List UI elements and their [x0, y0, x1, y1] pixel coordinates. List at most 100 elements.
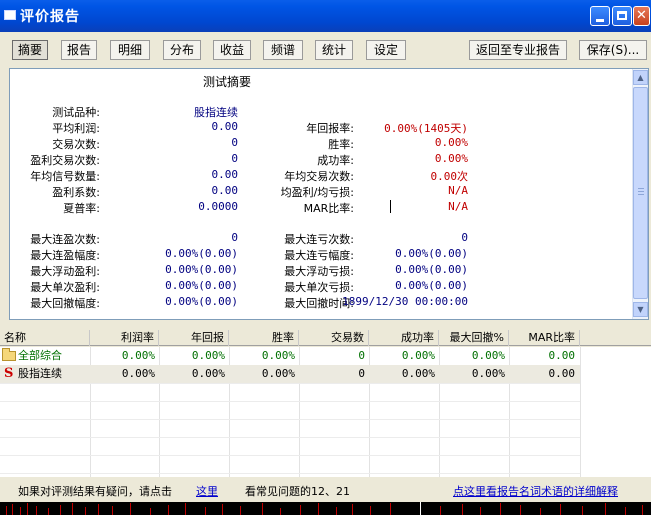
tab-returns[interactable]: 收益 [213, 40, 251, 60]
glossary-link[interactable]: 点这里看报告名词术语的详细解释 [453, 483, 618, 499]
metric-label: 成功率: [317, 154, 354, 167]
metric-label: MAR比率: [303, 202, 354, 215]
metric-value: 0.00% [434, 136, 468, 149]
table-header: 名称 利润率 年回报 胜率 交易数 成功率 最大回撤% MAR比率 [0, 330, 651, 346]
scroll-thumb[interactable] [633, 87, 648, 299]
table-cell: 0.00 [548, 367, 576, 380]
vertical-scrollbar[interactable]: ▲ ▼ [632, 69, 648, 319]
table-cell: 0.00% [261, 349, 295, 362]
tab-distribution[interactable]: 分布 [163, 40, 201, 60]
metric-label: 最大回撤幅度: [30, 297, 100, 310]
ticker-strip [0, 502, 651, 515]
text-caret [390, 200, 391, 213]
column-header-trades[interactable]: 交易数 [299, 330, 369, 346]
metric-label: 均盈利/均亏损: [280, 186, 354, 199]
metric-value: 0 [231, 231, 238, 244]
metric-value: 0.00%(0.00) [395, 263, 468, 276]
footer-bar: 如果对评测结果有疑问，请点击 这里 看常见问题的12、21 点这里看报告名词术语… [0, 478, 651, 502]
column-header-max-drawdown[interactable]: 最大回撤% [439, 330, 509, 346]
metric-value: 0.00%(0.00) [395, 279, 468, 292]
close-icon: ✕ [636, 8, 647, 23]
metric-value: 0.00%(0.00) [165, 295, 238, 308]
metric-value: 0.00%(0.00) [165, 279, 238, 292]
metric-label: 最大浮动盈利: [30, 265, 100, 278]
column-header-win-rate[interactable]: 胜率 [229, 330, 299, 346]
table-cell: 0.00% [471, 367, 505, 380]
footer-here-link[interactable]: 这里 [196, 483, 218, 499]
metric-value: 0.00 [211, 120, 239, 133]
metric-label: 最大单次盈利: [30, 281, 100, 294]
summary-panel: 测试摘要 测试品种: 股指连续 平均利润: 0.00 交易次数: 0 盈利交易次… [9, 68, 649, 320]
tab-detail[interactable]: 明细 [110, 40, 150, 60]
table-cell: 0.00% [191, 349, 225, 362]
scroll-down-icon[interactable]: ▼ [633, 302, 648, 317]
window-title: 评价报告 [20, 9, 80, 25]
close-button[interactable]: ✕ [633, 6, 650, 26]
product-value: 股指连续 [194, 106, 238, 119]
table-row[interactable]: S 股指连续 0.00% 0.00% 0.00% 0 0.00% 0.00% 0… [0, 365, 580, 383]
product-label: 测试品种: [52, 106, 100, 119]
summary-title: 测试摘要 [203, 75, 252, 89]
metric-value: 0.00%(1405天) [384, 122, 468, 135]
tab-settings[interactable]: 设定 [366, 40, 406, 60]
metric-value: 0.00% [434, 152, 468, 165]
scroll-up-icon[interactable]: ▲ [633, 70, 648, 85]
column-header-annual-return[interactable]: 年回报 [159, 330, 229, 346]
table-cell: 0 [358, 349, 365, 362]
metric-value: N/A [448, 200, 468, 213]
metric-value: 0.00 [211, 168, 239, 181]
return-to-report-button[interactable]: 返回至专业报告 [469, 40, 567, 60]
maximize-button[interactable] [612, 6, 632, 26]
maximize-icon [617, 11, 627, 20]
metric-label: 盈利交易次数: [30, 154, 100, 167]
table-cell: 0.00% [261, 367, 295, 380]
metric-value: 1899/12/30 00:00:00 [342, 295, 468, 308]
minimize-button[interactable] [590, 6, 610, 26]
save-button[interactable]: 保存(S)... [579, 40, 647, 60]
metric-value: 0 [231, 136, 238, 149]
metric-label: 盈利系数: [52, 186, 100, 199]
column-header-profit-rate[interactable]: 利润率 [90, 330, 159, 346]
folder-icon [2, 348, 16, 361]
table-cell: 股指连续 [18, 367, 62, 380]
tab-report[interactable]: 报告 [61, 40, 97, 60]
metric-value: 0.00%(0.00) [165, 247, 238, 260]
metric-value: 0.00%(0.00) [165, 263, 238, 276]
s-icon: S [4, 366, 14, 381]
table-cell: 0.00% [401, 367, 435, 380]
title-bar: 评价报告 ✕ [0, 0, 651, 32]
table-cell: 0.00% [191, 367, 225, 380]
table-cell: 0.00 [548, 349, 576, 362]
metric-label: 最大连盈次数: [30, 233, 100, 246]
column-header-mar[interactable]: MAR比率 [509, 330, 580, 346]
metric-value: N/A [448, 184, 468, 197]
column-header-name[interactable]: 名称 [0, 330, 90, 346]
metric-label: 胜率: [328, 138, 354, 151]
metric-label: 平均利润: [52, 122, 100, 135]
metric-value: 0 [461, 231, 468, 244]
footer-help-text: 如果对评测结果有疑问，请点击 [18, 485, 172, 498]
table-cell: 0.00% [121, 367, 155, 380]
metric-value: 0.00次 [430, 170, 469, 183]
metric-label: 年均信号数量: [30, 170, 100, 183]
table-row[interactable]: 全部综合 0.00% 0.00% 0.00% 0 0.00% 0.00% 0.0… [0, 347, 580, 365]
metric-label: 年回报率: [306, 122, 354, 135]
metric-label: 夏普率: [63, 202, 100, 215]
table-cell: 0 [358, 367, 365, 380]
footer-faq-text: 看常见问题的12、21 [245, 485, 350, 498]
table-cell: 0.00% [401, 349, 435, 362]
metric-label: 最大连盈幅度: [30, 249, 100, 262]
tab-summary[interactable]: 摘要 [12, 40, 48, 60]
metric-label: 交易次数: [52, 138, 100, 151]
metric-value: 0.00 [211, 184, 239, 197]
tab-spectrum[interactable]: 频谱 [263, 40, 303, 60]
table-cell: 全部综合 [18, 349, 62, 362]
column-header-success-rate[interactable]: 成功率 [369, 330, 439, 346]
metric-value: 0.00%(0.00) [395, 247, 468, 260]
tab-statistics[interactable]: 统计 [315, 40, 353, 60]
table-cell: 0.00% [121, 349, 155, 362]
metric-value: 0 [231, 152, 238, 165]
metric-label: 年均交易次数: [284, 170, 354, 183]
metric-value: 0.0000 [198, 200, 238, 213]
app-icon [4, 10, 16, 20]
